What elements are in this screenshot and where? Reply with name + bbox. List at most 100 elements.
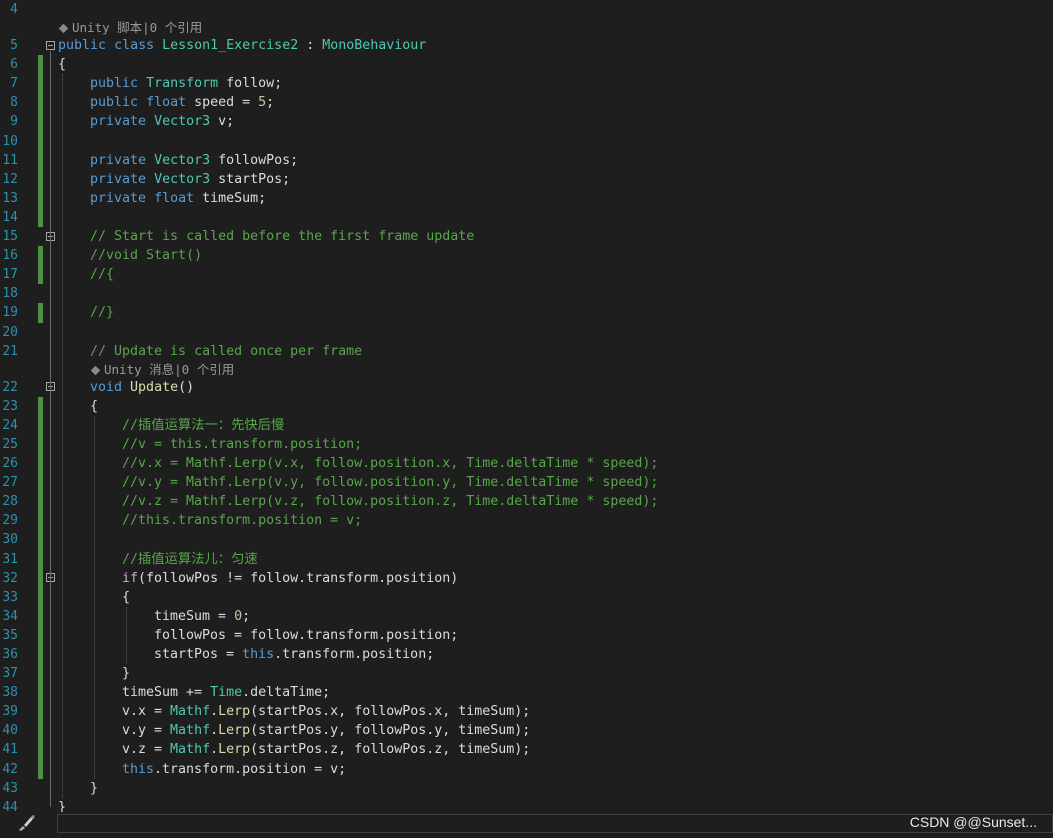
code-line[interactable]: 12 private Vector3 startPos;	[0, 169, 1053, 189]
change-marker	[38, 188, 43, 208]
code-line[interactable]: 43}	[0, 779, 1053, 798]
code-token: private	[90, 190, 147, 206]
code-token: startPos =	[154, 647, 243, 662]
code-line[interactable]: 34 timeSum = 0;	[0, 606, 1053, 626]
code-token: timeSum;	[194, 190, 267, 206]
code-line[interactable]: 33 {	[0, 587, 1053, 607]
code-token: {	[90, 398, 99, 414]
code-line[interactable]: 20	[0, 323, 1053, 342]
code-line[interactable]: 36 startPos = this.transform.position;	[0, 645, 1053, 665]
code-text: timeSum += Time.deltaTime;	[122, 683, 330, 702]
code-token: ;	[266, 95, 275, 111]
code-line[interactable]: 42 this.transform.position = v;	[0, 759, 1053, 779]
code-token: .transform.position;	[274, 647, 435, 662]
code-token: //插值运算法一：先快后慢	[122, 417, 285, 433]
brush-icon[interactable]	[16, 814, 36, 832]
code-text: timeSum = 0;	[154, 607, 250, 626]
code-lens-method-refs[interactable]: Unity 消息|0 个引用	[90, 361, 234, 378]
line-number: 7	[10, 76, 18, 92]
code-line[interactable]: 9 private Vector3 v;	[0, 112, 1053, 132]
code-token: {	[58, 57, 67, 73]
code-lens-class-refs[interactable]: Unity 脚本|0 个引用	[58, 19, 202, 36]
line-number: 29	[2, 513, 18, 529]
code-line[interactable]: 35 followPos = follow.transform.position;	[0, 625, 1053, 645]
line-number: 40	[2, 723, 18, 739]
change-marker	[38, 396, 43, 416]
code-line[interactable]: 27 //v.y = Mathf.Lerp(v.y, follow.positio…	[0, 473, 1053, 493]
change-marker	[38, 434, 43, 455]
code-line[interactable]: 21 // Update is called once per frame	[0, 342, 1053, 361]
code-token: 5	[258, 95, 267, 111]
line-number: 38	[2, 685, 18, 701]
code-token: Lerp	[218, 742, 251, 758]
code-token: .	[210, 723, 219, 739]
code-token: float	[146, 95, 187, 111]
code-line[interactable]: 14	[0, 207, 1053, 228]
code-line[interactable]: 24 //插值运算法一：先快后慢	[0, 415, 1053, 435]
status-field[interactable]	[57, 814, 1053, 833]
code-token: }	[90, 780, 99, 796]
code-line[interactable]: 11 private Vector3 followPos;	[0, 150, 1053, 170]
collapse-minus-icon[interactable]	[46, 40, 55, 50]
code-token: :	[298, 38, 323, 54]
code-token: }	[122, 666, 131, 682]
code-token: Lerp	[218, 723, 251, 739]
code-token: //{	[90, 267, 115, 283]
code-editor[interactable]: 4 Unity 脚本|0 个引用 5 public class Lesson1_Exe…	[0, 0, 1053, 838]
code-text: //v.y = Mathf.Lerp(v.y, follow.position.…	[122, 473, 658, 492]
code-line[interactable]: 31 //插值运算法儿：匀速	[0, 549, 1053, 569]
code-line[interactable]: 4	[0, 0, 1053, 19]
code-line[interactable]: 37}	[0, 664, 1053, 684]
code-text: //v.z = Mathf.Lerp(v.z, follow.position.…	[122, 492, 658, 511]
line-number: 23	[2, 398, 18, 414]
code-line[interactable]: 26 //v.x = Mathf.Lerp(v.x, follow.positio…	[0, 454, 1053, 474]
code-line[interactable]: 23 {	[0, 396, 1053, 416]
change-marker	[38, 549, 43, 569]
code-line[interactable]: 22 void Update()	[0, 378, 1053, 397]
code-line[interactable]: 8 public float speed = 5;	[0, 93, 1053, 113]
code-line[interactable]: 30	[0, 530, 1053, 550]
code-text: public Transform follow;	[90, 74, 282, 93]
code-token: (startPos.z, followPos.z, timeSum);	[250, 742, 531, 758]
code-token: .	[210, 704, 219, 720]
code-token: MonoBehaviour	[322, 38, 427, 54]
code-line[interactable]: 41 v.z = Mathf.Lerp(startPos.z, followPos…	[0, 740, 1053, 760]
line-number: 20	[2, 324, 18, 340]
code-token: (startPos.y, followPos.y, timeSum);	[250, 723, 531, 739]
code-line[interactable]: 15 // Start is called before the first fr…	[0, 227, 1053, 246]
code-line[interactable]: 13 private float timeSum;	[0, 188, 1053, 208]
line-number: 30	[2, 532, 18, 548]
line-number: 25	[2, 436, 18, 452]
change-marker	[38, 150, 43, 170]
code-line[interactable]: 6{	[0, 55, 1053, 75]
code-lens-row: Unity 脚本|0 个引用	[0, 19, 1053, 36]
code-line[interactable]: 7 public Transform follow;	[0, 74, 1053, 94]
code-line[interactable]: 29 //this.transform.position = v;	[0, 511, 1053, 531]
code-token: private	[90, 152, 147, 168]
code-line[interactable]: 32 if(followPos != follow.transform.posit…	[0, 568, 1053, 588]
code-text: //v = this.transform.position;	[122, 435, 362, 454]
change-marker	[38, 246, 43, 266]
code-line[interactable]: 5 public class Lesson1_Exercise2 : MonoBe…	[0, 36, 1053, 55]
code-line[interactable]: 16 //void Start()	[0, 246, 1053, 266]
code-line[interactable]: 17 //{	[0, 265, 1053, 285]
code-line[interactable]: 40 v.y = Mathf.Lerp(startPos.y, followPos…	[0, 721, 1053, 741]
line-number: 22	[2, 379, 18, 395]
code-line[interactable]: 19 //}	[0, 303, 1053, 323]
code-token: //v.z = Mathf.Lerp(v.z, follow.position.…	[122, 494, 659, 510]
line-number: 33	[2, 589, 18, 605]
code-line[interactable]: 18	[0, 284, 1053, 303]
code-line[interactable]: 28 //v.z = Mathf.Lerp(v.z, follow.positio…	[0, 492, 1053, 512]
code-line[interactable]: 38 timeSum += Time.deltaTime;	[0, 683, 1053, 703]
line-number: 5	[10, 38, 18, 54]
code-line[interactable]: 25 //v = this.transform.position;	[0, 434, 1053, 455]
code-line[interactable]: 10	[0, 131, 1053, 151]
code-token: class	[114, 38, 155, 54]
code-line[interactable]: 39 v.x = Mathf.Lerp(startPos.x, followPos…	[0, 702, 1053, 722]
code-area[interactable]: 4 Unity 脚本|0 个引用 5 public class Lesson1_Exe…	[0, 0, 1053, 836]
line-number: 16	[2, 248, 18, 264]
code-text: {	[122, 588, 130, 607]
code-text: //v.x = Mathf.Lerp(v.x, follow.position.…	[122, 454, 658, 473]
code-text: v.z = Mathf.Lerp(startPos.z, followPos.z…	[122, 740, 530, 759]
